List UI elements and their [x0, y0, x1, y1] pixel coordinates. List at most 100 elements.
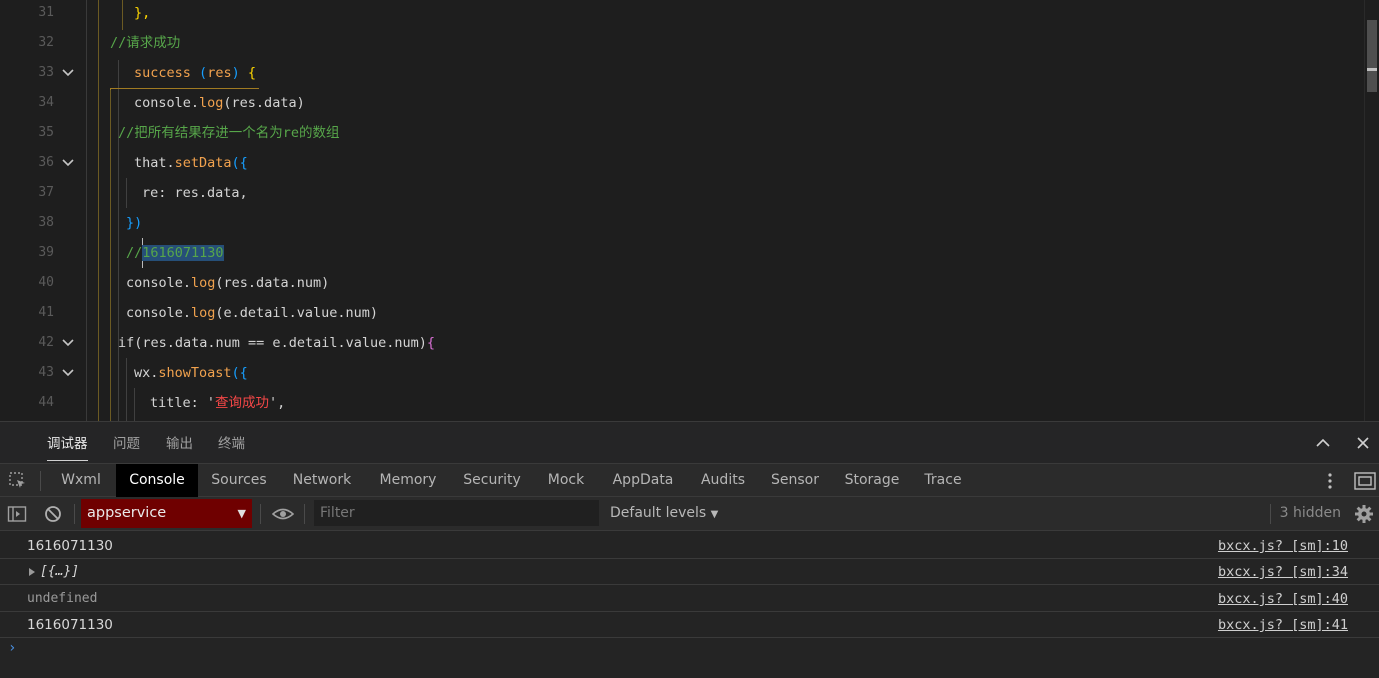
code-token: //把所有结果存进一个名为re的数组	[118, 125, 340, 141]
chevron-up-icon[interactable]	[1314, 434, 1334, 454]
editor-scrollbar[interactable]	[1364, 0, 1379, 421]
code-token: (e.detail.value.num)	[215, 305, 378, 321]
code-line[interactable]: console.log(e.detail.value.num)	[126, 298, 378, 328]
console-message: 1616071130	[27, 617, 113, 633]
tab-appdata[interactable]: AppData	[606, 464, 680, 497]
source-link[interactable]: bxcx.js? [sm]:40	[1218, 586, 1348, 612]
tab-memory[interactable]: Memory	[372, 464, 444, 497]
code-token: log	[199, 95, 224, 111]
line-number: 42	[38, 335, 54, 350]
code-token: setData	[174, 155, 232, 171]
line-number: 33	[38, 65, 54, 80]
code-token: (	[199, 65, 208, 81]
code-line[interactable]: if(res.data.num == e.detail.value.num){	[118, 328, 435, 358]
code-token: (res.data.num)	[215, 275, 330, 291]
line-number: 34	[38, 95, 54, 110]
inspect-icon[interactable]	[8, 471, 28, 491]
context-select-value: appservice	[87, 505, 167, 521]
chevron-down-icon[interactable]	[60, 358, 76, 388]
code-token: title:	[150, 395, 207, 411]
tab-console[interactable]: Console	[116, 464, 198, 497]
scrollbar-thumb[interactable]	[1367, 20, 1377, 92]
toolbar-divider	[304, 504, 305, 524]
code-token: log	[191, 275, 216, 291]
tab-security[interactable]: Security	[456, 464, 528, 497]
code-token: res	[207, 65, 232, 81]
console-message[interactable]: [{…}]	[40, 559, 79, 585]
expand-triangle-icon[interactable]	[29, 568, 35, 576]
line-number: 41	[38, 305, 54, 320]
tab-output[interactable]: 输出	[166, 422, 193, 464]
console-row: 1616071130 bxcx.js? [sm]:10	[0, 533, 1379, 559]
filter-input[interactable]	[314, 500, 599, 526]
code-token: success	[134, 65, 191, 81]
chevron-down-icon[interactable]	[60, 58, 76, 88]
tab-trace[interactable]: Trace	[918, 464, 968, 497]
code-token: if	[118, 335, 135, 351]
tab-network[interactable]: Network	[286, 464, 358, 497]
tab-storage[interactable]: Storage	[838, 464, 906, 497]
eye-icon[interactable]	[271, 504, 295, 524]
source-link[interactable]: bxcx.js? [sm]:10	[1218, 533, 1348, 559]
line-number: 32	[38, 35, 54, 50]
code-editor[interactable]: 31 32 33 34 35 36 37 38 39 40 41 42 43 44 }, //请求成功 suc…	[0, 0, 1379, 421]
tab-audits[interactable]: Audits	[694, 464, 752, 497]
code-token: ({	[231, 365, 248, 381]
code-line[interactable]: console.log(res.data)	[134, 88, 305, 118]
tab-wxml[interactable]: Wxml	[50, 464, 112, 497]
code-line[interactable]: that.setData({	[134, 148, 248, 178]
code-token: ({	[231, 155, 248, 171]
code-line[interactable]: success (res) {	[134, 58, 256, 88]
code-token: that.	[134, 155, 175, 171]
code-line[interactable]: //请求成功	[110, 28, 180, 58]
code-token: 查询成功	[215, 395, 270, 411]
tab-sources[interactable]: Sources	[204, 464, 274, 497]
source-link[interactable]: bxcx.js? [sm]:34	[1218, 559, 1348, 585]
source-link[interactable]: bxcx.js? [sm]:41	[1218, 612, 1348, 638]
line-number: 36	[38, 155, 54, 170]
more-icon[interactable]	[1320, 471, 1340, 491]
tab-sensor[interactable]: Sensor	[764, 464, 826, 497]
tab-problems[interactable]: 问题	[113, 422, 140, 464]
code-token: 1616071130	[142, 245, 224, 261]
line-number: 40	[38, 275, 54, 290]
code-line[interactable]: //把所有结果存进一个名为re的数组	[118, 118, 340, 148]
chevron-down-icon: ▼	[237, 507, 246, 520]
code-token: showToast	[158, 365, 232, 381]
indent-guide	[118, 60, 119, 421]
sidebar-toggle-icon[interactable]	[7, 504, 27, 524]
toolbar-divider	[260, 504, 261, 524]
tab-debugger[interactable]: 调试器	[47, 422, 88, 464]
console-output[interactable]: 1616071130 bxcx.js? [sm]:10 [{…}] bxcx.j…	[0, 531, 1379, 678]
chevron-down-icon[interactable]	[60, 328, 76, 358]
code-token: {	[426, 335, 436, 351]
code-line[interactable]: title: '查询成功',	[150, 388, 285, 418]
console-prompt[interactable]: ›	[8, 640, 16, 656]
gear-icon[interactable]	[1354, 504, 1374, 524]
chevron-down-icon[interactable]	[60, 148, 76, 178]
code-token: {	[239, 65, 256, 81]
code-line[interactable]: re: res.data,	[142, 178, 248, 208]
code-line[interactable]: //1616071130	[126, 238, 224, 268]
code-line[interactable]: })	[126, 208, 142, 238]
console-row: 1616071130 bxcx.js? [sm]:41	[0, 612, 1379, 638]
tab-terminal[interactable]: 终端	[218, 422, 245, 464]
indent-guide	[110, 88, 111, 421]
clear-icon[interactable]	[43, 504, 63, 524]
code-line[interactable]: },	[134, 0, 150, 28]
code-token: '	[206, 395, 216, 411]
code-token: console.	[134, 95, 200, 111]
code-line[interactable]: wx.showToast({	[134, 358, 248, 388]
code-line[interactable]: console.log(res.data.num)	[126, 268, 329, 298]
close-icon[interactable]	[1354, 434, 1374, 454]
code-token: (res.data)	[223, 95, 305, 111]
levels-dropdown[interactable]: Default levels ▼	[610, 497, 718, 531]
code-token: wx.	[134, 365, 159, 381]
tab-mock[interactable]: Mock	[540, 464, 592, 497]
dock-icon[interactable]	[1354, 471, 1376, 491]
line-number: 31	[38, 5, 54, 20]
hidden-count: 3 hidden	[1279, 505, 1341, 521]
context-select[interactable]: appservice ▼	[81, 499, 252, 528]
code-token: //	[126, 245, 143, 261]
